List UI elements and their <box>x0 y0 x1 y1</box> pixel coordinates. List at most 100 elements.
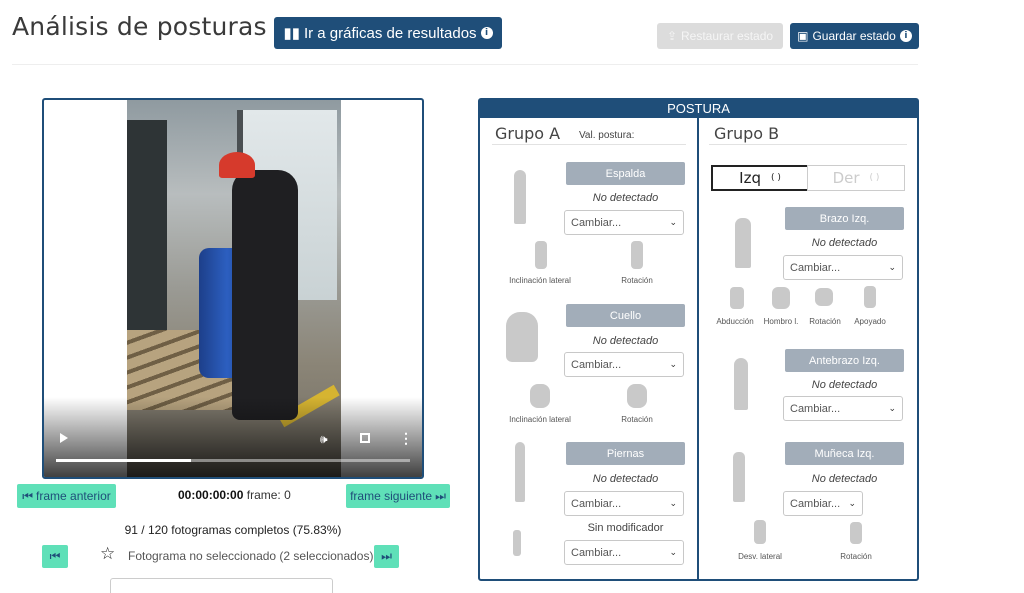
posture-panel: POSTURA Grupo A Val. postura: Espalda No… <box>478 98 919 581</box>
upload-icon: ⇪ <box>666 29 677 43</box>
fullscreen-icon[interactable] <box>360 433 370 443</box>
back-segment-button[interactable]: Espalda <box>566 162 685 185</box>
video-scene-worker <box>232 170 298 420</box>
upper-arm-change-select[interactable]: Cambiar... ⌄ <box>783 255 903 280</box>
arm-rotation-icon[interactable] <box>815 288 833 306</box>
save-state-label: Guardar estado <box>812 29 896 43</box>
back-change-select[interactable]: Cambiar... ⌄ <box>564 210 684 235</box>
neck-select-value: Cambiar... <box>571 358 622 371</box>
forearm-status: No detectado <box>811 379 878 391</box>
fast-forward-icon: ⏭ <box>381 549 392 563</box>
forearm-change-select[interactable]: Cambiar... ⌄ <box>783 396 903 421</box>
rotation-neck-icon[interactable] <box>627 384 647 408</box>
rotation-back-caption: Rotación <box>621 276 653 285</box>
tab-left-count: ( ) <box>770 173 781 183</box>
chevron-down-icon: ⌄ <box>848 498 856 508</box>
upper-arm-segment-button[interactable]: Brazo Izq. <box>785 207 904 230</box>
restore-state-label: Restaurar estado <box>681 29 774 43</box>
chevron-down-icon: ⌄ <box>669 547 677 557</box>
wrist-deviation-icon[interactable] <box>754 520 766 544</box>
legs-modifier-icon <box>513 530 521 556</box>
arm-supported-icon[interactable] <box>864 286 876 308</box>
legs-segment-button[interactable]: Piernas <box>566 442 685 465</box>
lateral-tilt-neck-icon[interactable] <box>530 384 550 408</box>
lateral-tilt-back-caption: Inclinación lateral <box>509 276 571 285</box>
results-graphs-button[interactable]: ▮▮ Ir a gráficas de resultados i <box>274 17 502 49</box>
last-frame-button[interactable]: ⏭ <box>374 545 399 568</box>
group-a-rule <box>492 144 686 145</box>
legs-figure-icon <box>515 442 525 502</box>
chevron-down-icon: ⌄ <box>669 498 677 508</box>
legs-modifier-select[interactable]: Cambiar... ⌄ <box>564 540 684 565</box>
tab-right-side[interactable]: Der ( ) <box>807 165 905 191</box>
wrist-rotation-icon[interactable] <box>850 522 862 544</box>
chevron-down-icon: ⌄ <box>669 217 677 227</box>
lateral-tilt-neck-caption: Inclinación lateral <box>509 415 571 424</box>
star-icon[interactable]: ☆ <box>100 544 115 564</box>
legs-modifier-text: Sin modificador <box>587 522 664 534</box>
legs-change-select[interactable]: Cambiar... ⌄ <box>564 491 684 516</box>
frame-number: frame: 0 <box>246 488 291 502</box>
legs-modifier-select-value: Cambiar... <box>571 546 622 559</box>
wrist-segment-button[interactable]: Muñeca Izq. <box>785 442 904 465</box>
next-frame-button[interactable]: frame siguiente ⏭ <box>346 484 450 508</box>
selection-status: Fotograma no seleccionado (2 seleccionad… <box>128 549 374 563</box>
bar-chart-icon: ▮▮ <box>283 25 300 42</box>
wrist-figure-icon <box>733 452 745 502</box>
skip-back-icon: ⏮ <box>22 488 34 503</box>
rotation-back-icon[interactable] <box>631 241 643 269</box>
group-a-title: Grupo A <box>495 124 561 143</box>
chevron-down-icon: ⌄ <box>888 403 896 413</box>
info-icon: i <box>899 30 912 42</box>
arm-figure-icon <box>735 218 751 268</box>
forearm-select-value: Cambiar... <box>790 402 841 415</box>
skip-forward-icon: ⏭ <box>435 488 446 503</box>
posture-header: POSTURA <box>480 100 917 118</box>
abduction-icon[interactable] <box>730 287 744 309</box>
posture-value-label: Val. postura: <box>579 130 635 141</box>
lateral-tilt-back-icon[interactable] <box>535 241 547 269</box>
group-b-title: Grupo B <box>714 124 780 143</box>
video-scene-helmet <box>219 152 255 178</box>
group-b-rule <box>709 144 907 145</box>
wrist-change-select[interactable]: Cambiar... ⌄ <box>783 491 863 516</box>
video-progress-bar[interactable] <box>56 459 410 462</box>
group-divider <box>697 118 699 581</box>
first-frame-button[interactable]: ⏮ <box>42 545 68 568</box>
fast-back-icon: ⏮ <box>49 549 61 563</box>
rotation-neck-caption: Rotación <box>621 415 653 424</box>
neck-status: No detectado <box>592 335 659 347</box>
abduction-caption: Abducción <box>716 317 754 326</box>
legs-select-value: Cambiar... <box>571 497 622 510</box>
notes-input[interactable] <box>110 578 333 593</box>
shoulder-raised-icon[interactable] <box>772 287 790 309</box>
header-divider <box>12 64 918 65</box>
save-state-button[interactable]: ▣ Guardar estado i <box>790 23 919 49</box>
wrist-select-value: Cambiar... <box>790 497 841 510</box>
neck-change-select[interactable]: Cambiar... ⌄ <box>564 352 684 377</box>
upper-arm-select-value: Cambiar... <box>790 261 841 274</box>
info-icon: i <box>480 27 493 39</box>
play-icon[interactable] <box>60 433 68 443</box>
back-select-value: Cambiar... <box>571 216 622 229</box>
upper-arm-status: No detectado <box>811 237 878 249</box>
neck-segment-button[interactable]: Cuello <box>566 304 685 327</box>
chevron-down-icon: ⌄ <box>888 262 896 272</box>
previous-frame-button[interactable]: ⏮ frame anterior <box>17 484 116 508</box>
previous-frame-label: frame anterior <box>36 489 111 503</box>
legs-status: No detectado <box>592 473 659 485</box>
tab-left-side[interactable]: Izq ( ) <box>711 165 809 191</box>
back-status: No detectado <box>592 192 659 204</box>
tab-left-label: Izq <box>739 169 761 187</box>
forearm-segment-button[interactable]: Antebrazo Izq. <box>785 349 904 372</box>
timecode-display: 00:00:00:00 frame: 0 <box>178 488 291 502</box>
restore-state-button[interactable]: ⇪ Restaurar estado <box>657 23 783 49</box>
wrist-status: No detectado <box>811 473 878 485</box>
wrist-rotation-caption: Rotación <box>840 552 872 561</box>
video-player[interactable]: 🕪 ⋮ <box>42 98 424 479</box>
frames-complete-text: 91 / 120 fotogramas completos (75.83%) <box>124 523 342 537</box>
more-options-icon[interactable]: ⋮ <box>399 430 413 447</box>
volume-icon[interactable]: 🕪 <box>320 432 328 447</box>
tab-right-count: ( ) <box>869 173 880 183</box>
timecode-value: 00:00:00:00 <box>178 488 244 502</box>
